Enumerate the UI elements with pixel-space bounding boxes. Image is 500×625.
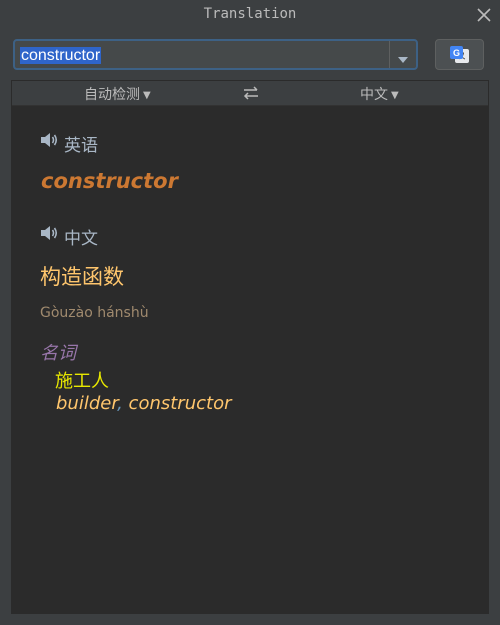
translation-panel: 自动检测 ▼ 中文 ▼ 英语 constructor 中文 构造函数 Gòuzào … <box>11 80 489 614</box>
source-language-name: 英语 <box>64 136 98 156</box>
window-title: Translation <box>203 6 297 22</box>
search-input[interactable]: constructor <box>13 39 418 70</box>
translate-button[interactable]: G <box>435 39 484 70</box>
speaker-icon[interactable] <box>39 131 59 153</box>
synonym-separator: , <box>117 393 129 414</box>
part-of-speech: 名词 <box>40 343 76 364</box>
source-language-select[interactable]: 自动检测 ▼ <box>84 84 151 104</box>
synonym-list: builder, constructor <box>56 393 231 414</box>
chevron-down-icon: ▼ <box>143 90 151 101</box>
target-language-name: 中文 <box>64 229 98 249</box>
synonym[interactable]: constructor <box>129 393 232 414</box>
dictionary-meaning: 施工人 <box>55 371 109 392</box>
speaker-icon[interactable] <box>39 224 59 246</box>
dropdown-separator <box>389 41 390 68</box>
title-bar: Translation <box>0 0 500 30</box>
pinyin-text: Gòuzào hánshù <box>40 305 149 321</box>
source-word: constructor <box>41 169 178 193</box>
google-translate-icon: G <box>450 46 469 63</box>
search-input-text[interactable]: constructor <box>20 45 102 66</box>
close-icon[interactable] <box>474 5 494 25</box>
chevron-down-icon: ▼ <box>391 90 399 101</box>
chevron-down-icon[interactable] <box>397 50 409 63</box>
target-language-label: 中文 <box>360 87 388 103</box>
swap-arrows-icon[interactable] <box>241 84 261 106</box>
search-input-value[interactable]: constructor <box>20 47 102 64</box>
translation-text: 构造函数 <box>40 265 124 289</box>
synonym[interactable]: builder <box>56 393 117 414</box>
source-language-label: 自动检测 <box>84 87 140 103</box>
target-language-select[interactable]: 中文 ▼ <box>360 84 399 104</box>
language-bar: 自动检测 ▼ 中文 ▼ <box>12 81 488 106</box>
svg-text:G: G <box>453 48 460 58</box>
